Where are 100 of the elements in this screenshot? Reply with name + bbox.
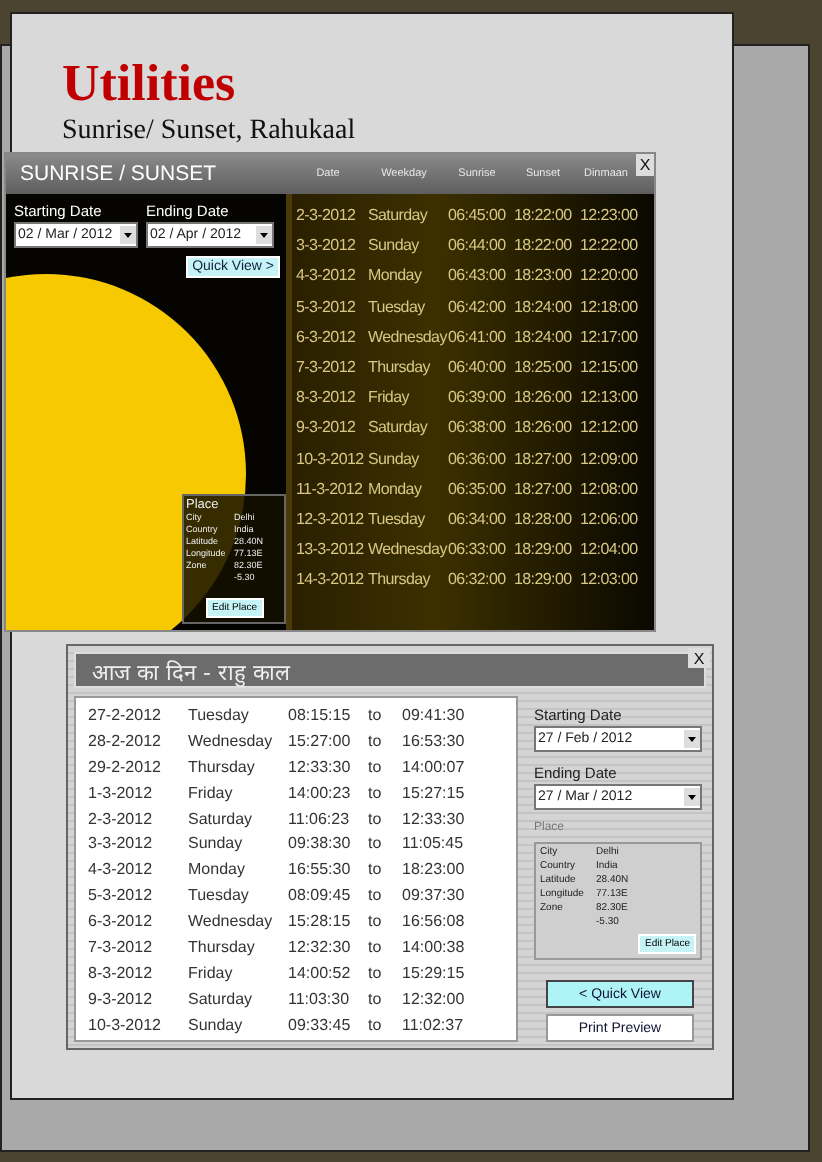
table-cell-text: 18:28:00 bbox=[514, 509, 574, 528]
table-cell-text: 06:40:00 bbox=[448, 358, 508, 377]
list-cell-text: Thursday bbox=[188, 757, 257, 776]
table-cell-text: 13-3-2012 bbox=[296, 540, 366, 559]
table-cell-text: 18:24:00 bbox=[514, 297, 574, 316]
table-cell-text: Monday bbox=[368, 479, 424, 498]
table-cell-text: 06:38:00 bbox=[448, 418, 508, 437]
table-cell-text: Sunday bbox=[368, 236, 421, 255]
list-cell-text: Sunday bbox=[188, 834, 245, 853]
list-cell-text: to bbox=[368, 886, 384, 905]
window-title: SUNRISE / SUNSET bbox=[18, 162, 219, 186]
table-cell-text: 12:18:00 bbox=[580, 297, 640, 316]
table-cell-text: 06:35:00 bbox=[448, 479, 508, 498]
list-cell-text: 09:33:45 bbox=[288, 1015, 353, 1034]
list-cell-text: Thursday bbox=[188, 937, 257, 956]
list-cell-text: Tuesday bbox=[188, 886, 251, 905]
list-cell-text: 28-2-2012 bbox=[88, 731, 163, 750]
list-cell-text: to bbox=[368, 1015, 384, 1034]
table-cell-text: 11-3-2012 bbox=[296, 479, 365, 498]
table-cell-text: 12:23:00 bbox=[580, 206, 640, 225]
list-cell-text: to bbox=[368, 937, 384, 956]
table-cell-text: Saturday bbox=[368, 418, 430, 437]
list-cell-text: 10-3-2012 bbox=[88, 1015, 163, 1034]
table-cell-text: Sunday bbox=[368, 449, 421, 468]
table-cell-text: Thursday bbox=[368, 570, 433, 589]
table-cell-text: 6-3-2012 bbox=[296, 327, 358, 346]
list-cell-text: 1-3-2012 bbox=[88, 783, 155, 802]
window-title: आज का दिन - राहु काल bbox=[90, 657, 289, 685]
table-cell-text: Friday bbox=[368, 388, 412, 407]
table-cell-text: 12:22:00 bbox=[580, 236, 640, 255]
table-cell-text: 2-3-2012 bbox=[296, 206, 358, 225]
table-cell-text: 06:43:00 bbox=[448, 266, 508, 285]
list-cell-text: Tuesday bbox=[188, 705, 251, 724]
table-cell-text: 18:29:00 bbox=[514, 570, 574, 589]
table-cell-text: 12:09:00 bbox=[580, 449, 640, 468]
list-cell-text: Saturday bbox=[188, 989, 255, 1008]
table-cell-text: 06:41:00 bbox=[448, 327, 508, 346]
table-cell: Wednesday bbox=[368, 540, 448, 559]
table-cell-text: 12:06:00 bbox=[580, 509, 640, 528]
list-cell-text: to bbox=[368, 731, 384, 750]
slide-title: Utilities bbox=[62, 54, 238, 114]
table-cell-text: 12:13:00 bbox=[580, 388, 640, 407]
table-cell-text: 18:26:00 bbox=[514, 388, 574, 407]
table-cell: Wednesday bbox=[368, 327, 448, 346]
table-cell-text: 12:12:00 bbox=[580, 418, 640, 437]
table-cell-text: 12:15:00 bbox=[580, 358, 640, 377]
list-cell-text: 27-2-2012 bbox=[88, 705, 163, 724]
table-cell-text: 06:32:00 bbox=[448, 570, 508, 589]
list-cell-text: 3-3-2012 bbox=[88, 834, 155, 853]
table-cell-text: 8-3-2012 bbox=[296, 388, 358, 407]
table-cell-text: 5-3-2012 bbox=[296, 297, 358, 316]
list-cell-text: to bbox=[368, 834, 384, 853]
close-button[interactable]: X bbox=[636, 154, 654, 176]
table-cell-text: 06:44:00 bbox=[448, 236, 508, 255]
table-cell-text: 9-3-2012 bbox=[296, 418, 358, 437]
list-cell-text: 9-3-2012 bbox=[88, 989, 155, 1008]
list-cell-text: 08:15:15 bbox=[288, 705, 353, 724]
list-cell-text: 14:00:07 bbox=[402, 757, 467, 776]
table-cell-text: Monday bbox=[368, 266, 424, 285]
list-cell-text: to bbox=[368, 989, 384, 1008]
list-cell-text: 11:06:23 bbox=[288, 809, 352, 827]
table-cell-text: 18:26:00 bbox=[514, 418, 574, 437]
table-cell-text: 7-3-2012 bbox=[296, 358, 358, 377]
table-cell-text: Tuesday bbox=[368, 509, 427, 528]
list-cell-text: 15:27:00 bbox=[288, 731, 353, 750]
table-cell-text: Tuesday bbox=[368, 297, 427, 316]
list-cell-text: to bbox=[368, 705, 384, 724]
table-cell-text: 06:33:00 bbox=[448, 540, 508, 559]
list-cell-text: 15:28:15 bbox=[288, 912, 353, 931]
list-cell-text: 09:41:30 bbox=[402, 705, 467, 724]
list-cell-text: 11:02:37 bbox=[402, 1015, 466, 1034]
table-cell-text: 06:34:00 bbox=[448, 509, 508, 528]
list-cell-text: 14:00:52 bbox=[288, 963, 353, 982]
list-cell-text: 4-3-2012 bbox=[88, 860, 155, 879]
table-cell-text: 10-3-2012 bbox=[296, 449, 366, 468]
list-cell-text: 14:00:38 bbox=[402, 937, 467, 956]
table-cell-text: Thursday bbox=[368, 358, 433, 377]
table-cell-text: 18:29:00 bbox=[514, 540, 574, 559]
list-cell-text: 29-2-2012 bbox=[88, 757, 163, 776]
list-cell-text: 09:37:30 bbox=[402, 886, 467, 905]
close-button[interactable]: X bbox=[688, 648, 710, 668]
list-cell-text: 5-3-2012 bbox=[88, 886, 155, 905]
table-cell-text: 06:45:00 bbox=[448, 206, 508, 225]
list-cell-text: 11:03:30 bbox=[288, 989, 352, 1008]
table-cell-text: 12:20:00 bbox=[580, 266, 640, 285]
table-cell-text: 18:27:00 bbox=[514, 479, 574, 498]
table-cell-text: 18:27:00 bbox=[514, 449, 574, 468]
table-cell-text: 06:36:00 bbox=[448, 449, 508, 468]
list-cell-text: 14:00:23 bbox=[288, 783, 353, 802]
list-cell-text: 12:33:30 bbox=[288, 757, 353, 776]
table-cell-text: 18:24:00 bbox=[514, 327, 574, 346]
list-cell-text: 16:56:08 bbox=[402, 912, 467, 931]
list-cell-text: Friday bbox=[188, 783, 235, 802]
list-cell-text: 11:05:45 bbox=[402, 834, 466, 853]
table-cell-text: 06:39:00 bbox=[448, 388, 508, 407]
list-cell-text: 2-3-2012 bbox=[88, 809, 155, 827]
table-cell-text: 4-3-2012 bbox=[296, 266, 358, 285]
list-cell-text: Saturday bbox=[188, 809, 255, 827]
table-cell-text: 12:04:00 bbox=[580, 540, 640, 559]
list-cell-text: Friday bbox=[188, 963, 235, 982]
